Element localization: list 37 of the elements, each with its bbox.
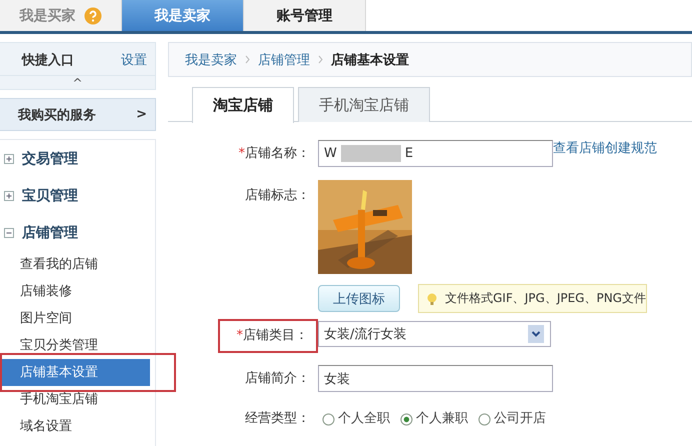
field-label: 经营类型：	[244, 410, 311, 428]
tab[interactable]: 淘宝店铺	[192, 87, 294, 123]
category-dropdown[interactable]: 女装/流行女装	[318, 321, 551, 347]
field-label: *店铺名称：	[238, 145, 311, 163]
menu-item[interactable]: 宝贝分类管理	[0, 332, 150, 359]
radio-option[interactable]: 公司开店	[478, 405, 546, 433]
collapse-toggle[interactable]: ^	[72, 76, 83, 89]
tab[interactable]: 手机淘宝店铺	[298, 87, 430, 122]
menu-item[interactable]: 查看我的店铺	[0, 251, 150, 278]
menu-section[interactable]: 宝贝管理	[22, 186, 78, 204]
panel-title: 快捷入口	[22, 52, 74, 69]
menu-item[interactable]: 手机淘宝店铺	[0, 386, 150, 413]
breadcrumb-link[interactable]: 店铺管理	[258, 50, 310, 68]
field-label: 店铺标志：	[244, 187, 311, 205]
upload-button[interactable]: 上传图标	[318, 285, 400, 312]
menu-section[interactable]: 交易管理	[22, 150, 78, 168]
field-label: 店铺简介：	[244, 370, 311, 388]
breadcrumb-link[interactable]: 我是卖家	[185, 50, 237, 68]
input-field[interactable]: W E	[318, 140, 553, 167]
radio-option[interactable]: 个人兼职	[400, 405, 468, 433]
hint-text: 文件格式GIF、JPG、JPEG、PNG文件	[445, 290, 646, 307]
menu-item[interactable]: 域名设置	[0, 413, 150, 440]
radio-option[interactable]: 个人全职	[322, 405, 390, 433]
input-field[interactable]: 女装	[318, 365, 553, 392]
chevron-icon	[318, 55, 323, 64]
menu-section[interactable]: 店铺管理	[22, 224, 78, 242]
menu-item[interactable]: 店铺装修	[0, 278, 150, 305]
services-item[interactable]: 我购买的服务 >	[0, 98, 156, 131]
breadcrumb-current: 店铺基本设置	[331, 52, 409, 68]
settings-link[interactable]: 设置	[121, 51, 147, 69]
field-label: *店铺类目：	[236, 328, 308, 343]
lightbulb-icon	[427, 292, 437, 304]
menu-item[interactable]: 图片空间	[0, 305, 150, 332]
chevron-icon	[245, 55, 250, 64]
guidelines-link[interactable]: 查看店铺创建规范	[553, 140, 657, 158]
menu-item[interactable]: 店铺基本设置	[0, 359, 150, 386]
nav-tab[interactable]: 账号管理	[244, 0, 366, 31]
